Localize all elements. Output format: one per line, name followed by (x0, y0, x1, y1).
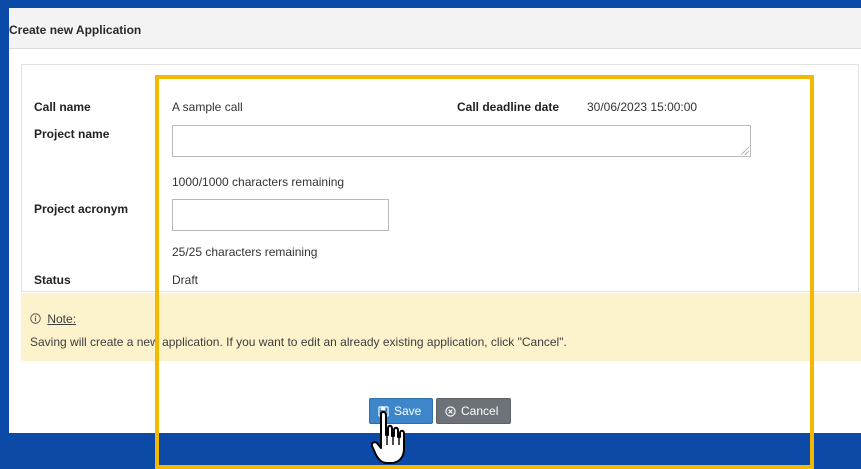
note-heading: Note: (30, 312, 76, 326)
call-name-label: Call name (34, 100, 91, 114)
hand-pointer-icon (371, 411, 405, 464)
panel-header: Create new Application (9, 8, 861, 49)
highlight-frame (155, 75, 814, 469)
project-acronym-label: Project acronym (34, 202, 129, 216)
note-title: Note: (47, 312, 77, 326)
project-name-label: Project name (34, 127, 110, 141)
info-circle-icon (30, 313, 41, 324)
page-title: Create new Application (9, 23, 142, 37)
status-label: Status (34, 273, 71, 287)
